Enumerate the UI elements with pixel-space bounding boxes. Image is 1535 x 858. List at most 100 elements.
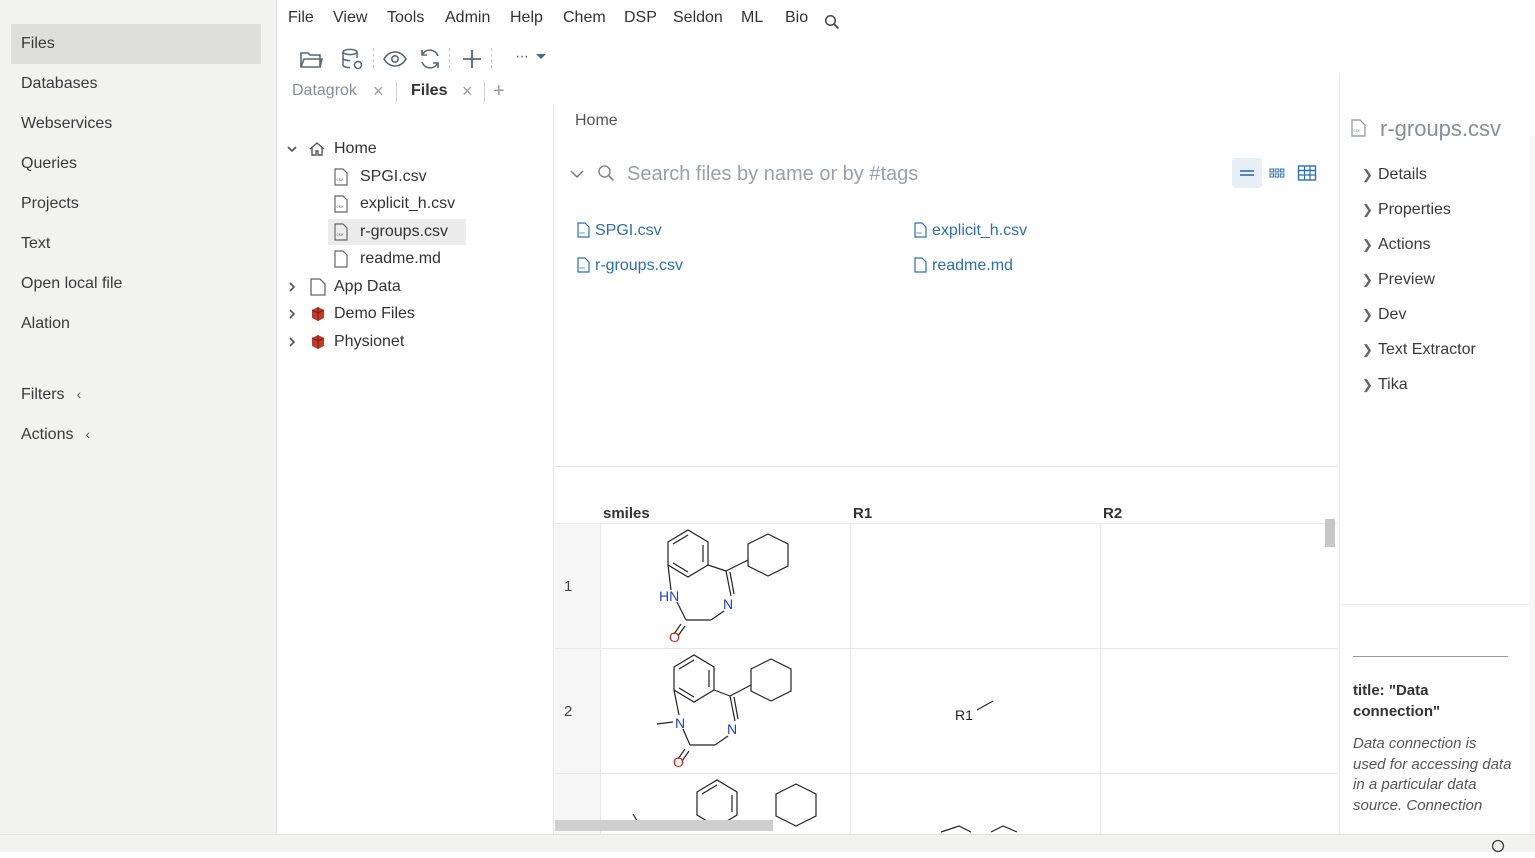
help-body: Data connection is used for accessing da… <box>1353 735 1512 814</box>
tree-node-physionet[interactable]: Physionet <box>284 329 544 355</box>
add-tab-icon[interactable]: + <box>493 80 505 102</box>
accordion-dev[interactable]: ❯ Dev <box>1362 306 1406 324</box>
smiles-cell[interactable]: HN N O <box>601 524 851 649</box>
accordion-label: Dev <box>1378 306 1407 323</box>
accordion-tika[interactable]: ❯ Tika <box>1362 376 1408 394</box>
file-item[interactable]: csv explicit_h.csv <box>914 222 1027 240</box>
tree-label: Physionet <box>334 333 405 350</box>
sidebar-item-webservices[interactable]: Webservices <box>11 104 261 144</box>
eye-icon[interactable] <box>382 46 408 72</box>
table-row[interactable]: 2 N N O R1 <box>555 648 1338 774</box>
menu-file[interactable]: File <box>288 9 314 27</box>
r2-cell[interactable] <box>1101 649 1338 774</box>
status-circle-icon[interactable] <box>1491 839 1505 858</box>
csv-file-icon: csv <box>1351 119 1366 142</box>
menu-seldon[interactable]: Seldon <box>673 9 723 27</box>
sidebar-item-files[interactable]: Files <box>11 24 261 64</box>
close-icon[interactable]: × <box>373 80 384 102</box>
sidebar-item-queries[interactable]: Queries <box>11 144 261 184</box>
tree-node-demo-files[interactable]: Demo Files <box>284 301 544 327</box>
r2-cell[interactable] <box>1101 774 1338 834</box>
file-name: explicit_h.csv <box>932 222 1028 239</box>
sidebar-item-open-local-file[interactable]: Open local file <box>11 264 261 304</box>
sidebar-actions[interactable]: Actions ‹ <box>11 414 261 454</box>
chevron-down-icon[interactable] <box>284 136 300 162</box>
tree-label: SPGI.csv <box>360 168 427 185</box>
close-icon[interactable]: × <box>462 80 473 102</box>
accordion-actions[interactable]: ❯ Actions <box>1362 236 1430 254</box>
file-item[interactable]: csv SPGI.csv <box>577 222 662 240</box>
chevron-right-icon[interactable] <box>284 274 300 300</box>
search-icon[interactable] <box>824 14 840 35</box>
menu-view[interactable]: View <box>333 9 367 27</box>
refresh-icon[interactable] <box>417 46 443 72</box>
r2-cell[interactable] <box>1101 524 1338 649</box>
tree-node-app-data[interactable]: App Data <box>284 274 544 300</box>
tree-node-file[interactable]: readme.md <box>328 246 466 272</box>
menu-dsp[interactable]: DSP <box>624 9 657 27</box>
menu-bio[interactable]: Bio <box>785 9 808 27</box>
tree-node-file[interactable]: csv SPGI.csv <box>328 164 466 190</box>
accordion-properties[interactable]: ❯ Properties <box>1362 201 1451 219</box>
r1-cell[interactable]: R1 <box>851 649 1101 774</box>
table-row[interactable]: 1 HN N O <box>555 523 1338 649</box>
accordion-label: Properties <box>1378 201 1451 218</box>
atom-label: R1 <box>955 707 973 723</box>
breadcrumb[interactable]: Home <box>575 112 618 130</box>
list-view-button[interactable] <box>1232 158 1262 188</box>
csv-file-icon: csv <box>334 195 352 213</box>
accordion-details[interactable]: ❯ Details <box>1362 166 1427 184</box>
open-folder-icon[interactable] <box>298 46 324 72</box>
molecule-structure: N N O <box>656 654 792 770</box>
file-tree: Home csv SPGI.csv csv explicit_h.csv csv… <box>278 104 554 834</box>
csv-file-icon: csv <box>914 222 927 238</box>
sidebar-item-projects[interactable]: Projects <box>11 184 261 224</box>
menu-tools[interactable]: Tools <box>387 9 424 27</box>
atom-label: O <box>673 754 684 770</box>
column-header-r2[interactable]: R2 <box>1103 505 1122 522</box>
horizontal-scrollbar[interactable] <box>555 820 773 831</box>
more-menu-button[interactable]: ··· <box>515 48 547 66</box>
vertical-scrollbar[interactable] <box>1325 519 1335 547</box>
add-icon[interactable] <box>459 46 485 72</box>
accordion-label: Text Extractor <box>1378 341 1476 358</box>
column-header-smiles[interactable]: smiles <box>603 505 650 522</box>
sidebar-item-alation[interactable]: Alation <box>11 304 261 344</box>
atom-label: O <box>669 629 680 645</box>
menu-ml[interactable]: ML <box>741 9 763 27</box>
column-header-r1[interactable]: R1 <box>853 505 872 522</box>
tab-files[interactable]: Files <box>411 80 447 102</box>
sidebar-item-databases[interactable]: Databases <box>11 64 261 104</box>
chevron-left-icon: ‹ <box>76 386 82 402</box>
csv-file-icon: csv <box>577 257 590 273</box>
tree-node-home[interactable]: Home <box>284 136 544 162</box>
grid-view-button[interactable] <box>1292 158 1322 188</box>
tree-node-file-selected[interactable]: csv r-groups.csv <box>328 219 466 245</box>
accordion-text-extractor[interactable]: ❯ Text Extractor <box>1362 341 1476 359</box>
menu-admin[interactable]: Admin <box>445 9 490 27</box>
panel-edge-strip <box>1529 136 1535 834</box>
tree-label: r-groups.csv <box>360 223 449 240</box>
search-input[interactable] <box>627 160 1187 188</box>
chevron-right-icon[interactable] <box>284 301 300 327</box>
database-icon[interactable] <box>339 46 365 72</box>
chevron-right-icon[interactable] <box>284 329 300 355</box>
rgroup-structure: R1 <box>955 700 994 723</box>
accordion-label: Details <box>1378 166 1427 183</box>
menu-chem[interactable]: Chem <box>563 9 606 27</box>
sidebar-item-text[interactable]: Text <box>11 224 261 264</box>
file-item[interactable]: csv r-groups.csv <box>577 257 683 275</box>
chevron-left-icon: ‹ <box>85 426 91 442</box>
tiles-view-button[interactable] <box>1262 158 1292 188</box>
r1-cell[interactable] <box>851 524 1101 649</box>
sidebar-filters[interactable]: Filters ‹ <box>11 374 261 414</box>
r1-cell[interactable] <box>851 774 1101 834</box>
smiles-cell[interactable]: N N O <box>601 649 851 774</box>
tab-datagrok[interactable]: Datagrok <box>292 80 357 102</box>
preview-grid[interactable]: smiles R1 R2 1 HN N O 2 N N O R1 <box>555 466 1338 834</box>
chevron-down-icon[interactable] <box>569 166 585 187</box>
file-item[interactable]: readme.md <box>914 257 1013 275</box>
menu-help[interactable]: Help <box>510 9 543 27</box>
tree-node-file[interactable]: csv explicit_h.csv <box>328 191 466 217</box>
accordion-preview[interactable]: ❯ Preview <box>1362 271 1435 289</box>
